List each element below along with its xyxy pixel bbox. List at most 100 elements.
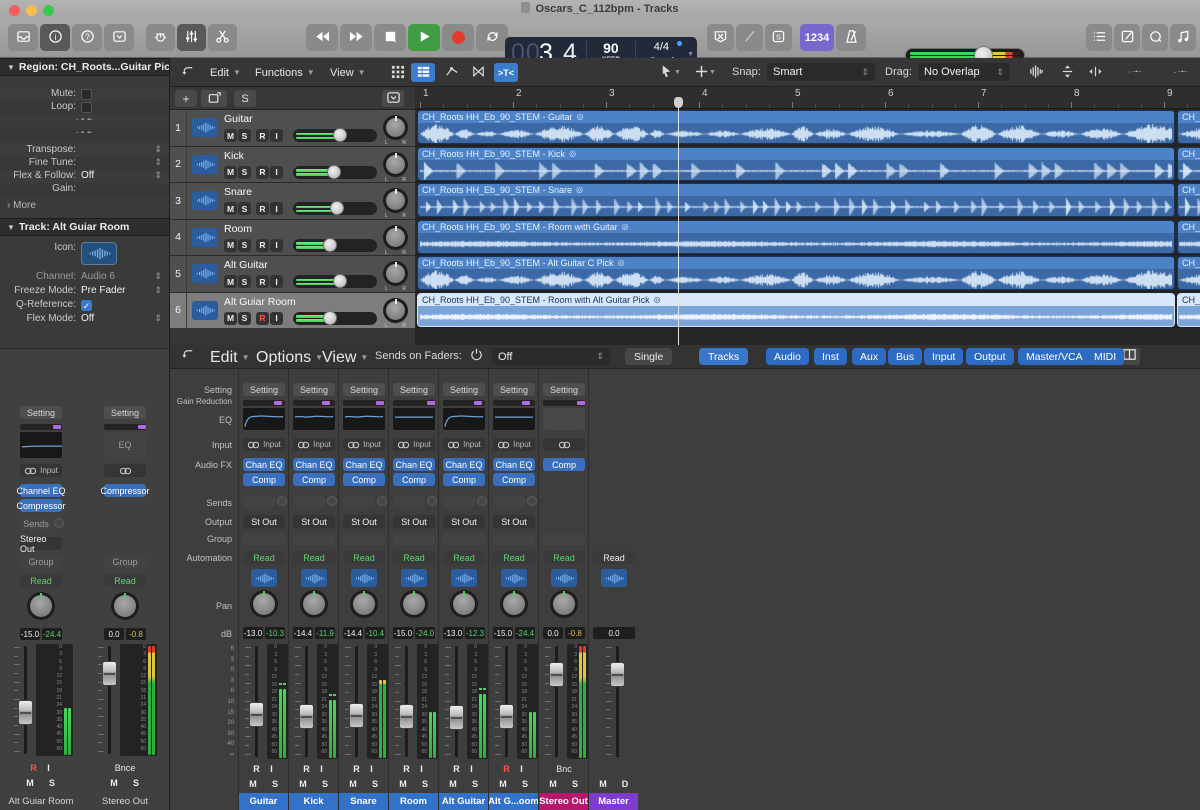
- output-slot[interactable]: St Out: [243, 515, 285, 528]
- vertical-zoom-slider[interactable]: ↕: [1112, 63, 1156, 82]
- waveform-zoom-button[interactable]: [1022, 63, 1050, 82]
- send-knob[interactable]: [277, 496, 287, 506]
- quick-help-button[interactable]: ?: [72, 24, 102, 51]
- output-slot[interactable]: St Out: [493, 515, 535, 528]
- channel-icon[interactable]: [301, 569, 327, 587]
- pointer-tool-button[interactable]: ▼: [654, 63, 686, 82]
- fader-cap[interactable]: [249, 702, 264, 727]
- stepper-icon[interactable]: ⇕: [154, 157, 162, 168]
- output-slot[interactable]: Stereo Out: [20, 537, 62, 550]
- solo-button[interactable]: S: [566, 777, 584, 790]
- mixer-filter-bus[interactable]: Bus: [888, 348, 922, 365]
- group-slot[interactable]: [293, 533, 335, 545]
- input-monitor-button[interactable]: I: [315, 762, 328, 775]
- output-slot[interactable]: St Out: [393, 515, 435, 528]
- track-input-monitor-button[interactable]: I: [270, 312, 283, 325]
- audio-waveform-icon[interactable]: [192, 118, 218, 137]
- snap-dropdown[interactable]: Smart⇕: [767, 63, 875, 81]
- input-monitor-button[interactable]: I: [265, 762, 278, 775]
- fader-cap[interactable]: [549, 662, 564, 687]
- lcd-chevron-icon[interactable]: ▼: [687, 51, 694, 58]
- track-pan-knob[interactable]: [383, 152, 408, 177]
- track-input-monitor-button[interactable]: I: [270, 166, 283, 179]
- channel-setting-button[interactable]: Setting: [243, 383, 285, 396]
- input-monitor-button[interactable]: I: [42, 761, 55, 774]
- horizontal-zoom-slider[interactable]: ↔: [1158, 63, 1200, 82]
- mixer-strip-snare[interactable]: SettingInputChan EQCompSt OutRead-14.4-1…: [338, 369, 388, 810]
- solo-button[interactable]: S: [366, 777, 384, 790]
- row-value[interactable]: - -: [81, 127, 90, 138]
- solo-button[interactable]: S: [127, 776, 145, 789]
- send-slot[interactable]: [343, 496, 375, 508]
- group-slot[interactable]: Group: [20, 556, 62, 568]
- solo-button[interactable]: S: [416, 777, 434, 790]
- audio-region[interactable]: CH_Roots HH_Eb_90_STEM - Alt Guitar C Pi…: [417, 256, 1175, 290]
- mute-button[interactable]: M: [105, 776, 123, 789]
- audio-fx-comp[interactable]: Comp: [493, 473, 535, 486]
- global-solo-button[interactable]: S: [234, 90, 256, 107]
- pan-knob[interactable]: [300, 590, 328, 618]
- stepper-icon[interactable]: ⇕: [154, 285, 162, 296]
- send-slot[interactable]: Sends: [20, 518, 52, 530]
- horizontal-auto-zoom-button[interactable]: [1082, 63, 1108, 82]
- catch-playhead-button[interactable]: [176, 63, 200, 82]
- automation-mode-button[interactable]: Read: [543, 551, 585, 564]
- output-slot[interactable]: St Out: [443, 515, 485, 528]
- group-slot[interactable]: [393, 533, 435, 545]
- track-input-monitor-button[interactable]: I: [270, 202, 283, 215]
- track-pan-knob[interactable]: [383, 225, 408, 250]
- audio-fx-compressor[interactable]: Compressor: [104, 484, 146, 497]
- track-lane[interactable]: CH_Roots HH_Eb_90_STEM - Alt Guitar C Pi…: [415, 255, 1200, 292]
- inspector-strip-alt-guiar-room[interactable]: SettingInputChannel EQCompressorSendsSte…: [8, 378, 74, 810]
- track-lane[interactable]: CH_Roots HH_Eb_90_STEM - Kick◎CH_: [415, 146, 1200, 183]
- pencil-button[interactable]: [736, 24, 763, 51]
- pan-knob[interactable]: [450, 590, 478, 618]
- audio-waveform-icon[interactable]: [192, 155, 218, 174]
- mute-button[interactable]: M: [494, 777, 512, 790]
- fader-cap[interactable]: [299, 704, 314, 729]
- track-mute-button[interactable]: M: [224, 202, 237, 215]
- track-volume-slider[interactable]: [293, 129, 377, 142]
- send-slot[interactable]: [293, 496, 325, 508]
- drag-dropdown[interactable]: No Overlap⇕: [918, 63, 1010, 81]
- track-panel-header[interactable]: ▼Track: Alt Guiar Room: [0, 218, 169, 236]
- row-value[interactable]: - -: [81, 114, 90, 125]
- mixer-filter-aux[interactable]: Aux: [852, 348, 886, 365]
- track-volume-slider[interactable]: [293, 239, 377, 252]
- audio-region-next[interactable]: CH_: [1177, 147, 1200, 181]
- mixer-menu-options[interactable]: Options▼: [256, 349, 323, 366]
- audio-region-next[interactable]: CH_: [1177, 183, 1200, 217]
- snap-transient-button[interactable]: >T<: [494, 63, 518, 82]
- send-knob[interactable]: [527, 496, 537, 506]
- audio-region-next[interactable]: CH_: [1177, 256, 1200, 290]
- audio-fx-chan-eq[interactable]: Chan EQ: [393, 458, 435, 471]
- channel-eq-thumbnail[interactable]: [20, 432, 62, 458]
- mute-button[interactable]: M: [294, 777, 312, 790]
- mixer-view-tracks[interactable]: Tracks: [699, 348, 748, 365]
- pan-knob[interactable]: [111, 592, 139, 620]
- fader-cap[interactable]: [449, 705, 464, 730]
- cycle-button[interactable]: [476, 24, 508, 51]
- track-volume-slider[interactable]: [293, 312, 377, 325]
- stepper-icon[interactable]: ⇕: [154, 170, 162, 181]
- apple-loops-button[interactable]: [1142, 24, 1168, 51]
- volume-slider-handle[interactable]: [333, 274, 347, 288]
- solo-button[interactable]: S: [316, 777, 334, 790]
- automation-mode-button[interactable]: Read: [293, 551, 335, 564]
- automation-mode-button[interactable]: Read: [593, 551, 635, 564]
- sends-on-faders-power-button[interactable]: [465, 348, 487, 365]
- mixer-strip-alt-g-oom[interactable]: SettingInputChan EQCompSt OutRead-15.0-2…: [488, 369, 538, 810]
- track-mute-button[interactable]: M: [224, 129, 237, 142]
- solo-button[interactable]: S: [43, 776, 61, 789]
- mixer-filter-input[interactable]: Input: [924, 348, 963, 365]
- output-slot[interactable]: St Out: [343, 515, 385, 528]
- volume-slider-handle[interactable]: [333, 128, 347, 142]
- group-slot[interactable]: [243, 533, 285, 545]
- bounce-button[interactable]: Bnce: [110, 761, 140, 774]
- channel-setting-button[interactable]: Setting: [443, 383, 485, 396]
- automation-mode-button[interactable]: Read: [243, 551, 285, 564]
- mixer-menu-view[interactable]: View▼: [322, 349, 368, 366]
- send-knob[interactable]: [54, 518, 64, 528]
- audio-waveform-icon[interactable]: [192, 264, 218, 283]
- volume-slider-handle[interactable]: [330, 201, 344, 215]
